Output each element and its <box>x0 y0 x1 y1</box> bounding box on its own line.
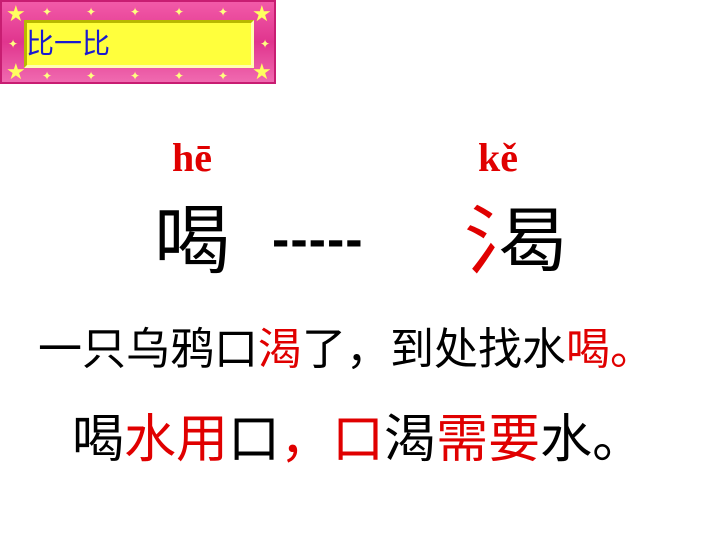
char-ke-component: 曷 <box>498 200 568 282</box>
star-icon: ★ <box>6 2 26 27</box>
sentence-2-part: 渴 <box>384 410 437 470</box>
sentence-1-part: 一只乌鸦口 <box>38 324 258 375</box>
star-icon: ★ <box>252 60 272 85</box>
sentence-2-part: 喝 <box>72 410 125 470</box>
star-icon: ✦ <box>8 37 19 51</box>
star-icon: ✦ <box>86 69 97 83</box>
star-icon: ✦ <box>42 69 53 83</box>
star-icon: ✦ <box>260 37 271 51</box>
comparison-dashes: ----- <box>272 211 364 269</box>
sentence-2-highlight: ，口 <box>280 410 385 470</box>
star-icon: ★ <box>6 60 26 85</box>
sentence-1: 一只乌鸦口渴了，到处找水喝。 <box>38 322 654 378</box>
title-frame: ★ ★ ★ ★ ✦ ✦ ✦ ✦ ✦ ✦ ✦ ✦ ✦ ✦ ✦ ✦ 比一比 <box>0 0 276 84</box>
sentence-2: 喝水用口，口渴需要水。 <box>72 408 644 472</box>
sentence-1-highlight-ke: 渴 <box>258 324 302 375</box>
sentence-2-highlight: 水用 <box>124 410 229 470</box>
char-ke: 氵曷 <box>464 196 568 286</box>
sentence-1-period: 。 <box>610 324 654 375</box>
page-title: 比一比 <box>26 27 111 60</box>
char-he: 喝 <box>154 196 230 285</box>
star-icon: ✦ <box>86 5 97 19</box>
star-icon: ✦ <box>218 69 229 83</box>
sentence-2-part: 口 <box>228 410 281 470</box>
pinyin-ke: kě <box>478 135 518 180</box>
star-icon: ✦ <box>130 5 141 19</box>
pinyin-he: hē <box>172 135 212 180</box>
sentence-2-part: 水。 <box>540 410 645 470</box>
star-icon: ✦ <box>218 5 229 19</box>
sentence-1-highlight-he: 喝 <box>566 324 610 375</box>
sentence-2-highlight: 需要 <box>436 410 541 470</box>
star-icon: ★ <box>252 2 272 27</box>
star-icon: ✦ <box>130 69 141 83</box>
star-icon: ✦ <box>174 69 185 83</box>
sentence-1-part: 了，到处找水 <box>302 324 566 375</box>
star-icon: ✦ <box>174 5 185 19</box>
star-icon: ✦ <box>42 5 53 19</box>
